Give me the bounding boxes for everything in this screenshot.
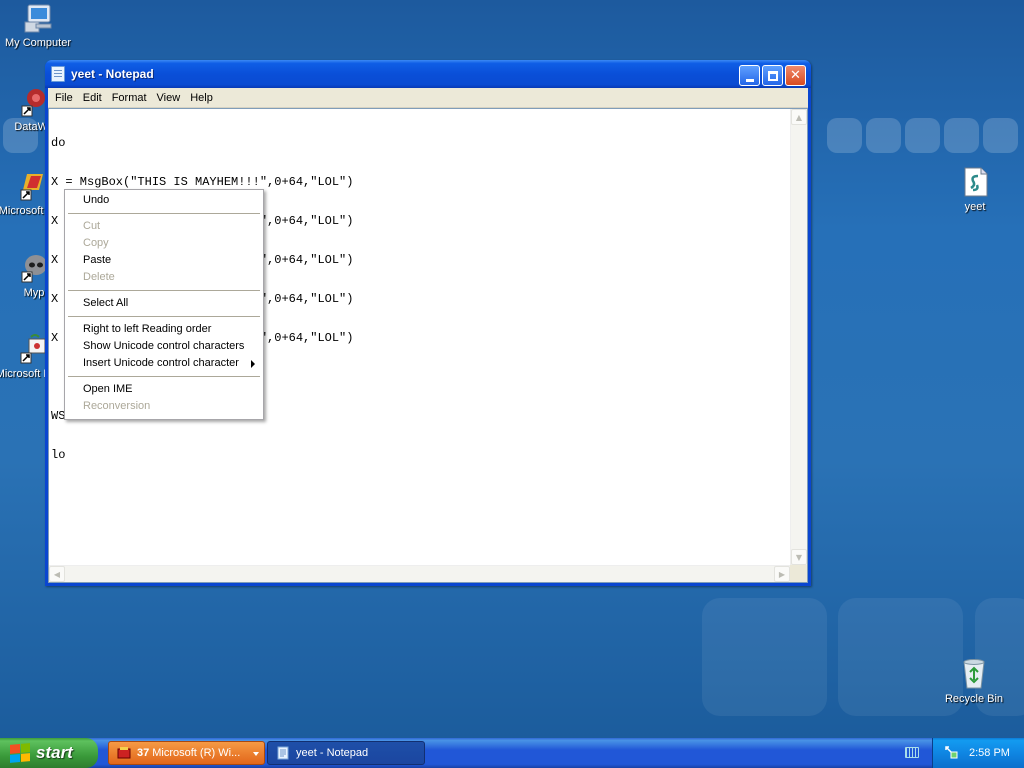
desktop-icon-label: yeet xyxy=(964,201,986,213)
task-label: Microsoft (R) Wi... xyxy=(152,747,241,759)
close-icon: ✕ xyxy=(790,68,801,83)
window-title: yeet - Notepad xyxy=(71,67,154,81)
computer-icon xyxy=(22,2,54,34)
menu-item-delete: Delete xyxy=(83,271,115,283)
scroll-up-button[interactable]: ▲ xyxy=(791,109,807,125)
menu-item-open-ime[interactable]: Open IME xyxy=(67,381,261,398)
menu-item-paste[interactable]: Paste xyxy=(67,252,261,269)
menu-item-label: Insert Unicode control character xyxy=(83,357,239,369)
desktop-icon-yeet[interactable]: yeet xyxy=(937,166,1013,214)
menu-separator xyxy=(68,213,260,214)
taskbar-button-notepad[interactable]: yeet - Notepad xyxy=(267,741,425,765)
menu-edit[interactable]: Edit xyxy=(78,92,107,104)
menu-view[interactable]: View xyxy=(152,92,186,104)
context-menu: Undo Cut Copy Paste Delete Select All Ri… xyxy=(64,189,264,420)
maximize-icon xyxy=(767,70,778,81)
network-icon[interactable] xyxy=(943,744,959,763)
start-button[interactable]: start xyxy=(0,738,98,768)
windows-logo-icon xyxy=(10,743,30,763)
desktop-decoration xyxy=(827,118,862,153)
script-host-icon xyxy=(117,746,131,760)
chevron-down-icon xyxy=(253,752,259,756)
close-button[interactable]: ✕ xyxy=(785,65,806,86)
desktop-icon-recycle-bin[interactable]: Recycle Bin xyxy=(936,658,1012,706)
text-line: lo xyxy=(51,448,66,462)
menu-separator xyxy=(68,376,260,377)
scroll-right-button[interactable]: ▶ xyxy=(774,566,790,582)
desktop-icon-my-computer[interactable]: My Computer xyxy=(0,2,76,50)
title-bar[interactable]: yeet - Notepad ✕ xyxy=(45,60,811,88)
start-label: start xyxy=(36,743,73,762)
scroll-left-button[interactable]: ◀ xyxy=(49,566,65,582)
desktop-decoration xyxy=(905,118,940,153)
menu-help[interactable]: Help xyxy=(185,92,218,104)
menu-item-show-unicode-control[interactable]: Show Unicode control characters xyxy=(67,338,261,355)
text-line: do xyxy=(51,136,66,150)
desktop-decoration xyxy=(866,118,901,153)
minimize-button[interactable] xyxy=(739,65,760,86)
script-file-icon xyxy=(959,166,991,198)
menu-item-cut: Cut xyxy=(83,220,101,232)
submenu-arrow-icon xyxy=(251,360,255,368)
menu-separator xyxy=(68,316,260,317)
menu-file[interactable]: File xyxy=(50,92,78,104)
resize-grip[interactable] xyxy=(790,565,807,582)
taskbar: start 37 Microsoft (R) Wi... yeet - Note… xyxy=(0,738,1024,768)
desktop-decoration xyxy=(702,598,827,716)
menu-item-reconversion: Reconversion xyxy=(83,400,151,412)
horizontal-scrollbar[interactable]: ◀ ▶ xyxy=(49,565,790,582)
menu-item-rtl-reading-order[interactable]: Right to left Reading order xyxy=(67,321,261,338)
clock[interactable]: 2:58 PM xyxy=(969,747,1010,759)
desktop-decoration xyxy=(983,118,1018,153)
system-tray: 2:58 PM xyxy=(932,738,1024,768)
menu-item-select-all[interactable]: Select All xyxy=(67,295,261,312)
maximize-button[interactable] xyxy=(762,65,783,86)
menu-item-insert-unicode-control[interactable]: Insert Unicode control character xyxy=(67,355,261,372)
menu-bar: File Edit Format View Help xyxy=(48,88,808,108)
scroll-down-button[interactable]: ▼ xyxy=(791,549,807,565)
minimize-icon xyxy=(745,78,754,82)
text-line: X = MsgBox("THIS IS MAYHEM!!!",0+64,"LOL… xyxy=(51,175,354,189)
desktop-decoration xyxy=(944,118,979,153)
menu-format[interactable]: Format xyxy=(107,92,152,104)
notepad-icon xyxy=(276,746,290,760)
desktop-icon-label: Recycle Bin xyxy=(944,693,1004,705)
recycle-bin-icon xyxy=(958,658,990,690)
desktop-icon-label: My Computer xyxy=(4,37,72,49)
notepad-icon[interactable] xyxy=(51,66,65,82)
menu-separator xyxy=(68,290,260,291)
menu-item-undo[interactable]: Undo xyxy=(67,192,261,209)
keyboard-icon[interactable] xyxy=(905,747,919,758)
task-label: yeet - Notepad xyxy=(296,747,369,759)
task-group-count: 37 xyxy=(137,747,150,759)
taskbar-button-script-host-group[interactable]: 37 Microsoft (R) Wi... xyxy=(108,741,265,765)
vertical-scrollbar[interactable]: ▲ ▼ xyxy=(790,109,807,565)
menu-item-copy: Copy xyxy=(83,237,109,249)
